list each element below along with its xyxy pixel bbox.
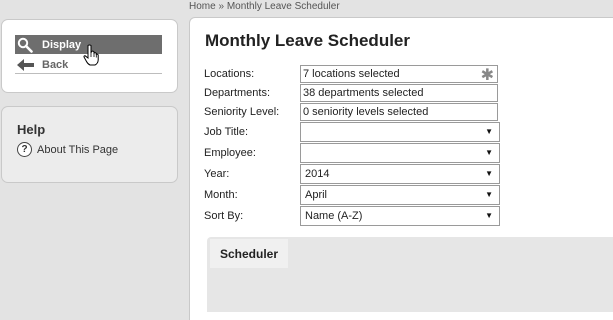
departments-label: Departments: [204,87,271,99]
month-value: April [305,189,328,201]
year-row: Year: 2014 ▼ [204,164,500,184]
job-title-select[interactable]: ▼ [300,122,500,142]
month-label: Month: [204,189,238,201]
year-select[interactable]: 2014 ▼ [300,164,500,184]
locations-row: Locations: 7 locations selected ✱ [204,65,498,84]
job-title-row: Job Title: ▼ [204,122,500,142]
breadcrumb-separator: » [218,1,225,12]
main-content: Monthly Leave Scheduler Locations: 7 loc… [189,17,613,320]
departments-field[interactable]: 38 departments selected [300,84,498,102]
tabs-container: Scheduler [207,237,613,312]
breadcrumb-home-link[interactable]: Home [189,1,216,12]
chevron-down-icon: ▼ [485,169,493,178]
employee-label: Employee: [204,147,256,159]
sort-by-row: Sort By: Name (A-Z) ▼ [204,206,500,226]
departments-value: 38 departments selected [303,87,424,99]
sort-by-select[interactable]: Name (A-Z) ▼ [300,206,500,226]
seniority-label: Seniority Level: [204,106,280,118]
question-icon: ? [17,142,32,157]
tab-scheduler[interactable]: Scheduler [210,239,288,268]
sort-by-label: Sort By: [204,210,244,222]
breadcrumb: Home » Monthly Leave Scheduler [189,1,340,12]
job-title-label: Job Title: [204,126,249,138]
required-asterisk-icon: ✱ [480,67,494,84]
departments-row: Departments: 38 departments selected [204,84,498,102]
help-title: Help [17,122,46,137]
magnifier-icon [17,37,39,53]
display-button-label: Display [42,38,82,51]
seniority-value: 0 seniority levels selected [303,106,429,118]
locations-field[interactable]: 7 locations selected ✱ [300,65,498,84]
month-select[interactable]: April ▼ [300,185,500,205]
seniority-row: Seniority Level: 0 seniority levels sele… [204,103,498,121]
page-title: Monthly Leave Scheduler [205,31,410,50]
month-row: Month: April ▼ [204,185,500,205]
actions-panel: Display Back [1,19,178,93]
help-panel: Help ? About This Page [1,106,178,183]
year-value: 2014 [305,168,330,180]
breadcrumb-current: Monthly Leave Scheduler [226,1,340,12]
year-label: Year: [204,168,230,180]
chevron-down-icon: ▼ [485,190,493,199]
hand-pointer-icon [83,44,99,69]
locations-value: 7 locations selected [303,68,400,80]
about-this-page-label: About This Page [37,143,119,156]
seniority-field[interactable]: 0 seniority levels selected [300,103,498,121]
left-arrow-icon [17,58,39,71]
chevron-down-icon: ▼ [485,148,493,157]
sort-by-value: Name (A-Z) [305,210,363,222]
about-this-page-link[interactable]: ? About This Page [17,142,118,157]
chevron-down-icon: ▼ [485,211,493,220]
employee-row: Employee: ▼ [204,143,500,163]
chevron-down-icon: ▼ [485,127,493,136]
locations-label: Locations: [204,68,255,80]
back-button-label: Back [42,58,69,71]
employee-select[interactable]: ▼ [300,143,500,163]
